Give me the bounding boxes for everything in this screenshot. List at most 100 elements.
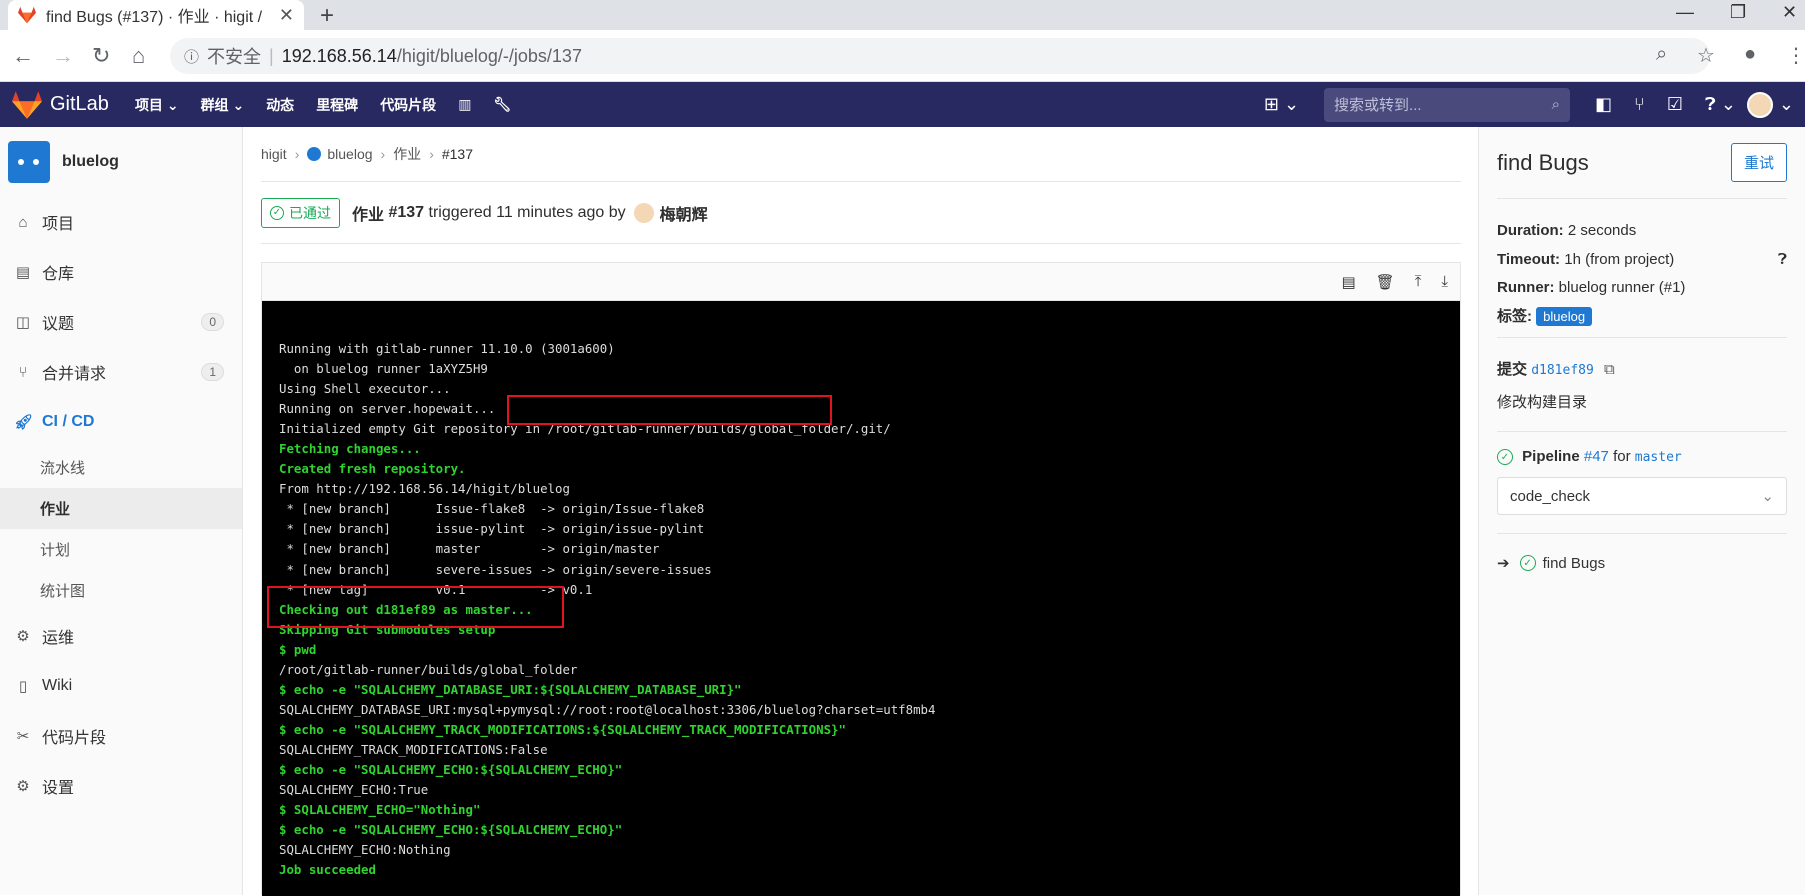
job-header: ✓ 已通过 作业 #137 triggered 11 minutes ago b…: [261, 182, 1461, 244]
log-line: Running with gitlab-runner 11.10.0 (3001…: [279, 341, 615, 356]
log-line: $ echo -e "SQLALCHEMY_ECHO:${SQLALCHEMY_…: [279, 822, 623, 838]
erase-trash-icon[interactable]: 🗑︎: [1376, 273, 1395, 291]
url-field[interactable]: ⓘ 不安全 | 192.168.56.14 /higit/bluelog/-/j…: [170, 38, 1710, 74]
gitlab-logo[interactable]: GitLab: [12, 90, 109, 119]
home-icon[interactable]: ⌂: [132, 43, 145, 69]
trigger-user-name[interactable]: 梅朝辉: [660, 201, 708, 225]
log-line: $ echo -e "SQLALCHEMY_ECHO:${SQLALCHEMY_…: [279, 761, 623, 777]
breadcrumb-chevron-icon: ›: [429, 146, 434, 162]
commit-sha-link[interactable]: d181ef89: [1531, 363, 1594, 378]
avatar-chevron-down-icon[interactable]: ⌄: [1779, 94, 1794, 115]
sidebar-item-operations[interactable]: ⚙︎ 运维: [0, 611, 242, 661]
sidebar-item-settings[interactable]: ⚙ 设置: [0, 761, 242, 811]
sidebar-item-snippets[interactable]: ✂ 代码片段: [0, 711, 242, 761]
nav-groups[interactable]: 群组 ⌄: [201, 95, 245, 115]
timeout-help-icon[interactable]: ❓︎: [1778, 246, 1787, 275]
commit-label: 提交: [1497, 361, 1528, 378]
todo-check-icon[interactable]: ☑: [1667, 94, 1683, 115]
breadcrumb-chevron-icon: ›: [294, 146, 300, 162]
sidebar-item-merge-requests[interactable]: ⑂ 合并请求 1: [0, 347, 242, 397]
menu-kebab-icon[interactable]: ⋮: [1786, 43, 1805, 68]
browser-tab[interactable]: find Bugs (#137) · 作业 · higit / ✕: [8, 0, 304, 30]
stage-job-item[interactable]: ➔ ✓ find Bugs: [1497, 548, 1787, 578]
sidebar-item-project[interactable]: ⌂ 项目: [0, 197, 242, 247]
breadcrumb-job-id[interactable]: #137: [442, 146, 473, 162]
nav-projects[interactable]: 项目 ⌄: [135, 95, 179, 115]
sidebar-item-label: 合并请求: [42, 366, 107, 383]
search-icon: ⌕: [1551, 96, 1561, 113]
breadcrumb-project[interactable]: bluelog: [327, 146, 372, 162]
duration-row: Duration: 2 seconds: [1497, 217, 1787, 246]
stage-dropdown[interactable]: code_check ⌄: [1497, 477, 1787, 516]
zoom-icon[interactable]: ⌕: [1656, 43, 1667, 66]
log-line: Running on server.hopewait...: [279, 401, 496, 417]
retry-button[interactable]: 重试: [1730, 143, 1787, 182]
new-plus-icon[interactable]: ⊞ ⌄: [1264, 94, 1299, 115]
scroll-top-icon[interactable]: ⤒: [1415, 273, 1422, 290]
nav-activity[interactable]: 动态: [266, 95, 294, 115]
commit-row: 提交 d181ef89 ⧉: [1497, 354, 1787, 387]
sidebar-item-label: 设置: [42, 780, 75, 797]
copy-icon[interactable]: ⧉: [1604, 361, 1615, 378]
search-input[interactable]: 搜索或转到... ⌕: [1324, 87, 1571, 122]
log-line: /root/gitlab-runner/builds/global_folder: [279, 661, 578, 677]
profile-icon[interactable]: ●: [1744, 43, 1756, 66]
sidebar-item-label: CI / CD: [42, 413, 95, 430]
log-line: $ echo -e "SQLALCHEMY_DATABASE_URI:${SQL…: [279, 681, 742, 697]
sidebar-sub-jobs[interactable]: 作业: [0, 488, 242, 529]
sidebar-project[interactable]: bluelog: [0, 127, 242, 197]
info-icon[interactable]: ⓘ: [184, 46, 199, 67]
duration-value: 2 seconds: [1567, 222, 1637, 239]
chart-icon[interactable]: ▥: [458, 96, 471, 113]
back-icon[interactable]: ←: [12, 43, 34, 69]
breadcrumb-jobs[interactable]: 作业: [393, 144, 421, 164]
raw-log-icon[interactable]: ▤: [1341, 273, 1355, 291]
sidebar-item-issues[interactable]: ◫ 议题 0: [0, 297, 242, 347]
window-close-icon[interactable]: ✕: [1782, 2, 1797, 23]
commit-section: 提交 d181ef89 ⧉ 修改构建目录: [1497, 338, 1787, 432]
breadcrumb-group[interactable]: higit: [261, 146, 287, 162]
insecure-label: 不安全: [207, 47, 262, 67]
help-icon[interactable]: ❓︎ ⌄: [1705, 94, 1736, 115]
log-line: $ echo -e "SQLALCHEMY_TRACK_MODIFICATION…: [279, 721, 846, 737]
new-tab-icon[interactable]: +: [320, 2, 334, 30]
nav-milestones[interactable]: 里程碑: [316, 95, 358, 115]
nav-snippets[interactable]: 代码片段: [380, 95, 436, 115]
sidebar-item-label: 代码片段: [42, 730, 107, 747]
tag-pill: bluelog: [1536, 306, 1593, 326]
current-job-arrow-icon: ➔: [1497, 555, 1510, 573]
job-sidebar: find Bugs 重试 Duration: 2 seconds Timeout…: [1478, 127, 1805, 895]
stage-job-name: find Bugs: [1542, 554, 1606, 572]
chevron-down-icon: ⌄: [1761, 488, 1774, 506]
forward-icon[interactable]: →: [52, 43, 74, 69]
gitlab-header: GitLab 项目 ⌄ 群组 ⌄ 动态 里程碑 代码片段 ▥ 🔧︎ ⊞ ⌄ 搜索…: [0, 82, 1805, 127]
breadcrumb-chevron-icon: ›: [380, 146, 386, 162]
sidebar-toggle-icon[interactable]: ◧: [1595, 94, 1612, 115]
scroll-bottom-icon[interactable]: ⤓: [1441, 273, 1448, 290]
sidebar-sub-charts[interactable]: 统计图: [0, 570, 242, 611]
wrench-icon[interactable]: 🔧︎: [493, 96, 511, 113]
merge-request-icon[interactable]: ⑂: [1634, 94, 1645, 115]
bookmark-star-icon[interactable]: ☆: [1697, 43, 1715, 68]
restore-icon[interactable]: ❐: [1730, 2, 1746, 23]
status-badge[interactable]: ✓ 已通过: [261, 197, 340, 228]
user-avatar[interactable]: [1746, 91, 1773, 118]
duration-label: Duration:: [1497, 222, 1564, 239]
project-sidebar: bluelog ⌂ 项目 ▤ 仓库 ◫ 议题 0 ⑂ 合并请求 1 🚀︎ CI …: [0, 127, 243, 895]
tab-title: find Bugs (#137) · 作业 · higit /: [46, 9, 263, 26]
pipeline-link[interactable]: #47: [1584, 448, 1609, 465]
reload-icon[interactable]: ↻: [92, 43, 110, 69]
sidebar-item-label: Wiki: [42, 677, 73, 694]
ops-icon: ⚙︎: [16, 628, 30, 645]
timeout-value: 1h (from project): [1564, 250, 1675, 268]
branch-link[interactable]: master: [1635, 450, 1682, 465]
gitlab-brand: GitLab: [50, 93, 109, 115]
sidebar-item-repository[interactable]: ▤ 仓库: [0, 247, 242, 297]
sidebar-sub-pipelines[interactable]: 流水线: [0, 447, 242, 488]
timeout-row: Timeout: 1h (from project) ❓︎: [1497, 246, 1787, 275]
sidebar-item-wiki[interactable]: ▯ Wiki: [0, 661, 242, 711]
minimize-icon[interactable]: —: [1676, 2, 1694, 23]
tab-close-icon[interactable]: ✕: [279, 5, 294, 26]
sidebar-sub-schedules[interactable]: 计划: [0, 529, 242, 570]
sidebar-item-cicd[interactable]: 🚀︎ CI / CD: [0, 397, 242, 447]
